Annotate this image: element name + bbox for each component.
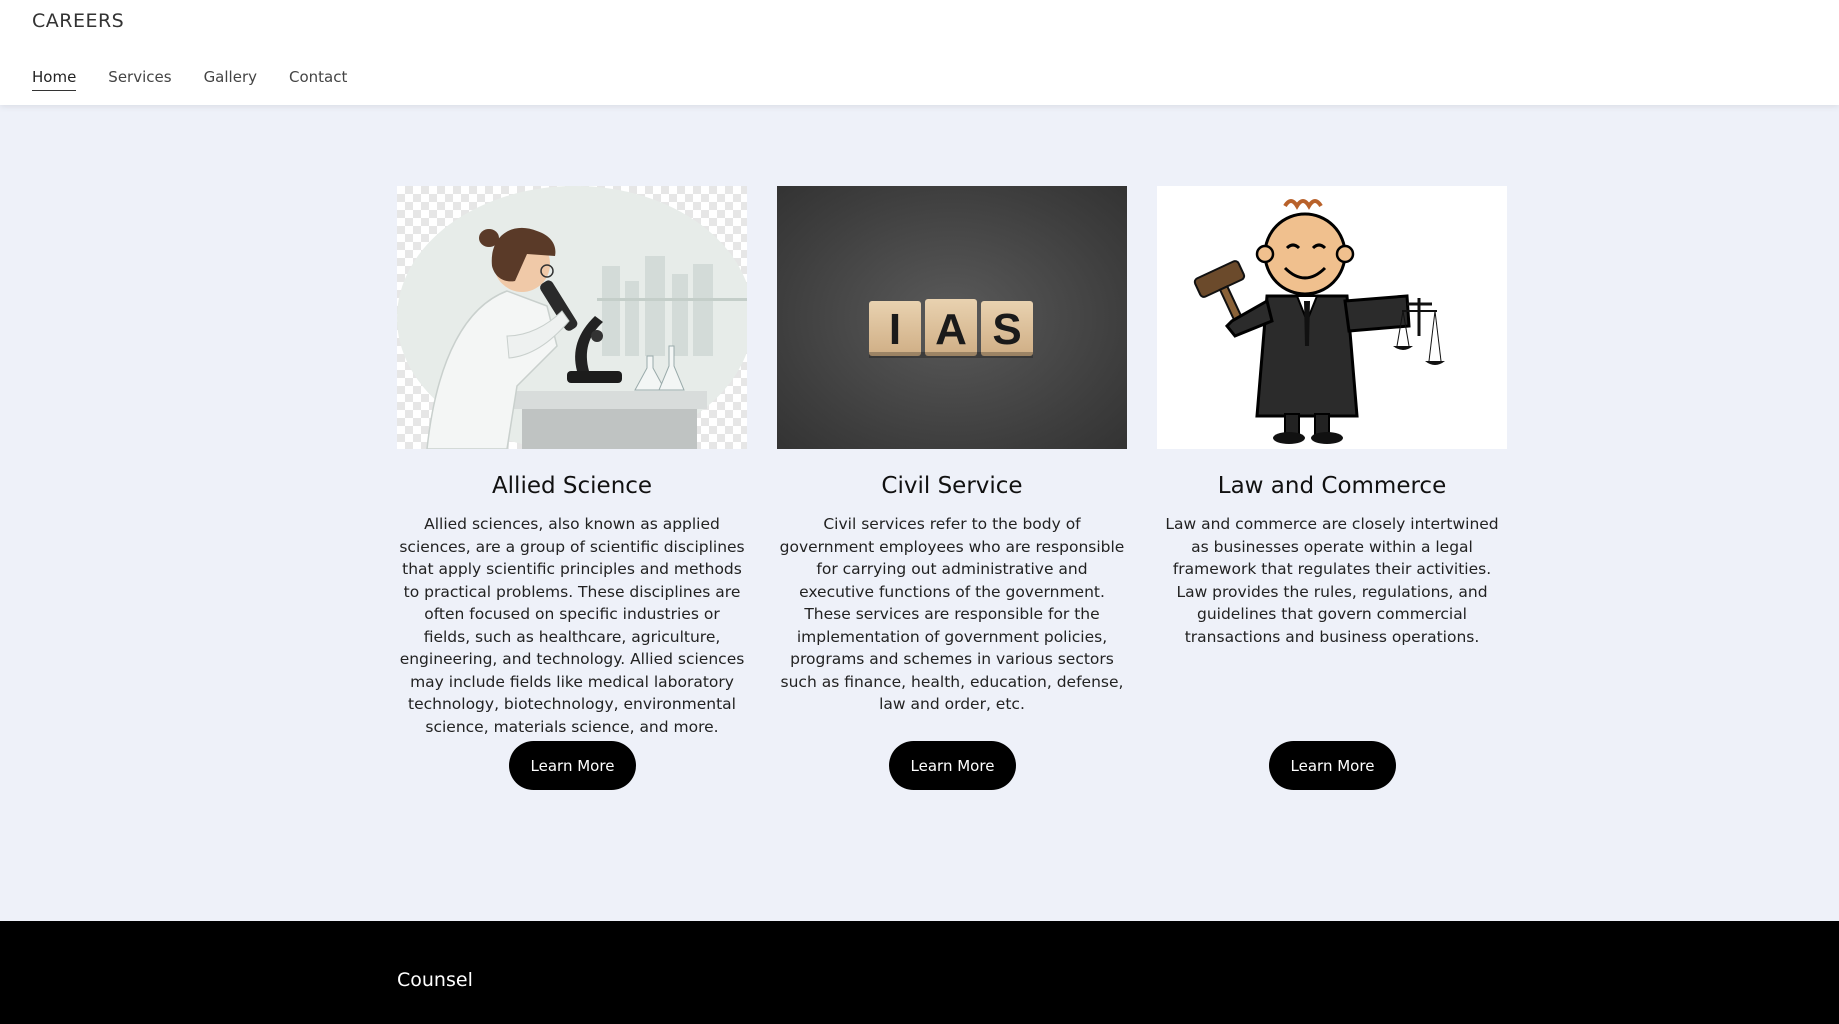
nav-item-home[interactable]: Home — [32, 68, 77, 91]
brand-logo[interactable]: CAREERS — [32, 10, 124, 32]
site-header: CAREERS Home Services Gallery Contact — [0, 0, 1839, 105]
card-description: Civil services refer to the body of gove… — [779, 515, 1125, 713]
card-title: Civil Service — [881, 473, 1023, 499]
scientist-microscope-image — [397, 186, 747, 449]
footer-title: Counsel — [397, 969, 473, 991]
learn-more-button[interactable]: Learn More — [509, 741, 636, 790]
nav-item-gallery[interactable]: Gallery — [204, 68, 257, 91]
ias-letter-i: I — [889, 305, 901, 354]
card-allied-science: Allied Science Allied sciences, also kno… — [397, 186, 747, 791]
learn-more-button[interactable]: Learn More — [1269, 741, 1396, 790]
nav-item-contact[interactable]: Contact — [289, 68, 347, 91]
site-footer: Counsel — [0, 921, 1839, 1024]
career-cards: Allied Science Allied sciences, also kno… — [397, 186, 1507, 791]
ias-letter-a: A — [935, 305, 967, 354]
card-title: Allied Science — [491, 473, 653, 499]
card-description: Law and commerce are closely intertwined… — [1165, 515, 1499, 646]
nav-item-services[interactable]: Services — [108, 68, 171, 91]
judge-cartoon-image — [1157, 186, 1507, 449]
card-law-and-commerce: Law and Commerce Law and commerce are cl… — [1157, 186, 1507, 791]
main-nav: Home Services Gallery Contact — [32, 68, 347, 91]
ias-letter-s: S — [992, 305, 1021, 354]
card-title: Law and Commerce — [1217, 473, 1447, 499]
learn-more-button[interactable]: Learn More — [889, 741, 1016, 790]
ias-blocks-image: I A S — [777, 186, 1127, 449]
card-civil-service: I A S Civil Service Civil services refer… — [777, 186, 1127, 791]
card-description: Allied sciences, also known as applied s… — [399, 515, 745, 736]
